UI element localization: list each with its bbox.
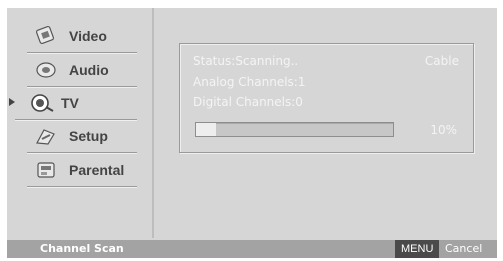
channel-scan-panel: Status:Scanning.. Cable Analog Channels:… <box>179 43 474 153</box>
menu-item-tv[interactable]: TV <box>9 87 137 120</box>
scan-source-text: Cable <box>424 54 459 68</box>
audio-icon <box>33 58 59 82</box>
menu-item-setup[interactable]: Setup <box>27 120 137 153</box>
cancel-label[interactable]: Cancel <box>445 242 482 255</box>
page-title: Channel Scan <box>40 242 124 255</box>
scan-progress-fill <box>196 123 216 136</box>
video-icon <box>33 24 59 48</box>
setup-icon <box>33 124 59 148</box>
digital-channels-text: Digital Channels:0 <box>193 95 303 109</box>
scan-status-text: Status:Scanning.. <box>193 54 299 68</box>
status-bar: Channel Scan MENU Cancel <box>7 240 497 258</box>
menu-item-parental[interactable]: Parental <box>27 154 137 187</box>
menu-label-video: Video <box>69 28 107 44</box>
menu-label-parental: Parental <box>69 162 125 178</box>
menu-label-tv: TV <box>61 95 79 111</box>
menu-item-video[interactable]: Video <box>27 20 137 53</box>
scan-progress-percent: 10% <box>430 123 457 137</box>
scan-progress-bar <box>195 122 394 137</box>
sidebar-menu: Video Audio TV Setup Parental <box>7 8 154 238</box>
osd-screen: Video Audio TV Setup Parental Status:Sca… <box>7 8 497 258</box>
menu-item-audio[interactable]: Audio <box>27 54 137 87</box>
menu-label-audio: Audio <box>69 62 109 78</box>
selected-arrow-icon <box>9 98 15 106</box>
analog-channels-text: Analog Channels:1 <box>193 75 306 89</box>
menu-label-setup: Setup <box>69 128 108 144</box>
menu-key-badge[interactable]: MENU <box>395 240 440 258</box>
tv-icon <box>29 91 55 115</box>
parental-icon <box>33 158 59 182</box>
